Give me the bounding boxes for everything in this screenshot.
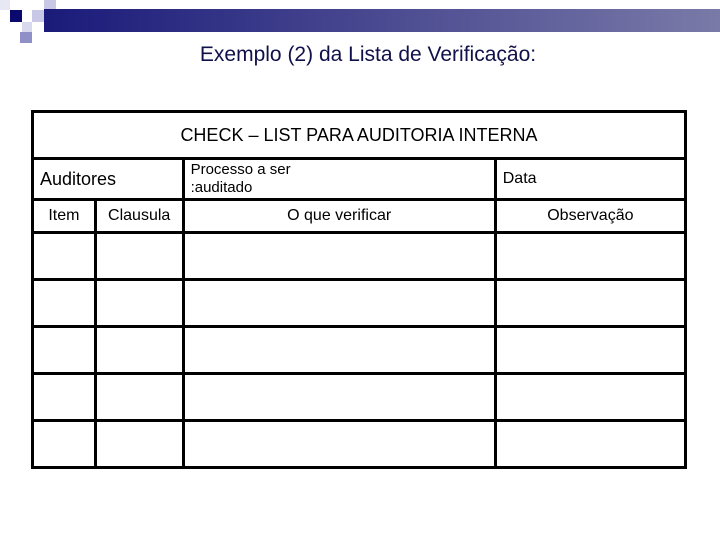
table-row	[31, 325, 688, 375]
process-label-line1: Processo a ser	[190, 161, 291, 178]
verify-cell[interactable]	[181, 325, 497, 375]
item-cell[interactable]	[31, 278, 97, 328]
auditors-label: Auditores	[40, 168, 117, 189]
table-row	[31, 372, 688, 422]
verify-cell[interactable]	[181, 231, 497, 281]
process-label-line2: :auditado	[190, 179, 253, 196]
date-cell[interactable]: Data	[493, 157, 688, 201]
item-cell[interactable]	[31, 325, 97, 375]
table-row	[31, 231, 688, 281]
observation-cell[interactable]	[493, 419, 688, 469]
clause-cell[interactable]	[93, 372, 185, 422]
slide-title: Exemplo (2) da Lista de Verificação:	[199, 43, 537, 66]
clause-cell[interactable]	[93, 231, 185, 281]
decorative-square	[10, 10, 22, 22]
column-header-clause: Clausula	[93, 198, 185, 234]
decorative-square	[0, 0, 10, 10]
clause-cell[interactable]	[93, 419, 185, 469]
clause-cell[interactable]	[93, 325, 185, 375]
observation-cell[interactable]	[493, 372, 688, 422]
column-header-what-to-verify: O que verificar	[181, 198, 497, 234]
checklist-table: CHECK – LIST PARA AUDITORIA INTERNA Audi…	[31, 110, 688, 469]
process-cell[interactable]: Processo a ser:auditado	[181, 157, 497, 201]
item-cell[interactable]	[31, 419, 97, 469]
verify-cell[interactable]	[181, 372, 497, 422]
verify-cell[interactable]	[181, 419, 497, 469]
decorative-square	[32, 10, 44, 22]
auditors-cell[interactable]: Auditores	[31, 157, 185, 201]
item-cell[interactable]	[31, 231, 97, 281]
observation-cell[interactable]	[493, 278, 688, 328]
checklist-heading: CHECK – LIST PARA AUDITORIA INTERNA	[31, 110, 687, 160]
clause-cell[interactable]	[93, 278, 185, 328]
column-header-item: Item	[31, 198, 97, 234]
item-cell[interactable]	[31, 372, 97, 422]
observation-cell[interactable]	[493, 231, 688, 281]
column-header-observation: Observação	[493, 198, 688, 234]
header-bar	[44, 9, 720, 32]
verify-cell[interactable]	[181, 278, 497, 328]
decorative-square	[20, 32, 32, 43]
date-label: Data	[502, 170, 537, 187]
table-row	[31, 419, 688, 469]
table-row	[31, 278, 688, 328]
decorative-square	[22, 22, 32, 32]
observation-cell[interactable]	[493, 325, 688, 375]
